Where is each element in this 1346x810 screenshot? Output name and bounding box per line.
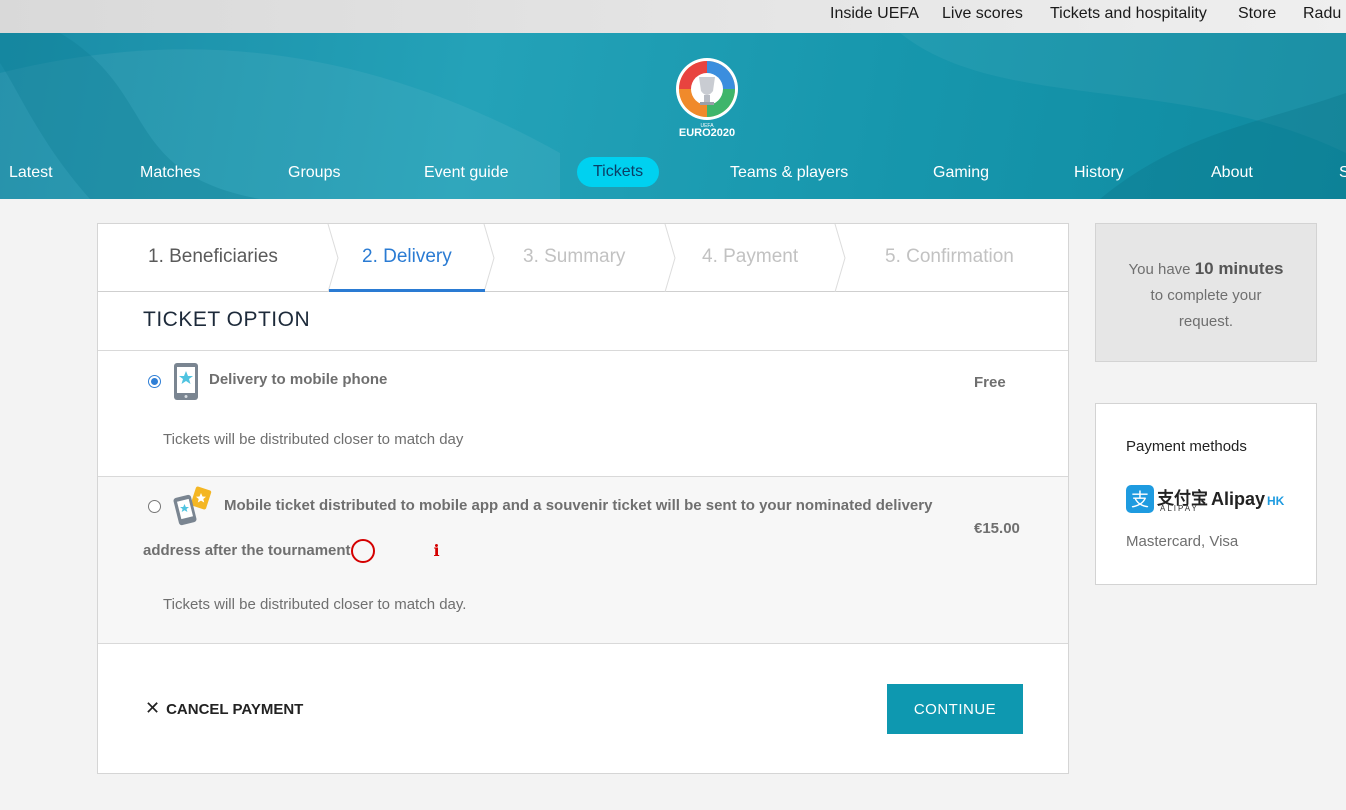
active-step-indicator [329,289,485,292]
mobile-phone-icon [174,363,198,400]
option-title-souvenir-line1: Mobile ticket distributed to mobile app … [224,497,933,514]
ticket-option-mobile[interactable]: Delivery to mobile phone Free Tickets wi… [98,351,1068,476]
nav-history[interactable]: History [1074,164,1124,182]
info-icon[interactable]: i [350,539,440,564]
timer-suffix: to complete your request. [1150,287,1262,330]
nav-tickets[interactable]: Tickets [577,157,660,187]
nav-groups[interactable]: Groups [288,164,340,182]
continue-button[interactable]: CONTINUE [887,684,1023,734]
alipay-icon: 支 [1126,485,1154,513]
nav-more[interactable]: S [1339,164,1346,182]
alipay-latin-text: ALIPAY [1160,504,1199,513]
section-title: TICKET OPTION [143,308,311,331]
option-note-mobile: Tickets will be distributed closer to ma… [163,431,464,448]
nav-event-guide[interactable]: Event guide [424,164,509,182]
payment-methods-title: Payment methods [1126,438,1247,455]
checkout-steps: 1. Beneficiaries 2. Delivery 3. Summary … [98,224,1068,292]
step-confirmation: 5. Confirmation [885,246,1014,267]
option-note-souvenir: Tickets will be distributed closer to ma… [163,596,467,613]
step-payment: 4. Payment [702,246,799,267]
option-title-souvenir-line2: address after the tournament [143,542,351,559]
option-title-mobile: Delivery to mobile phone [209,371,388,388]
link-store[interactable]: Store [1238,5,1276,23]
site-header: UEFA EURO2020 Latest Matches Groups Even… [0,33,1346,199]
step-beneficiaries[interactable]: 1. Beneficiaries [148,246,278,268]
option-price-mobile: Free [974,374,1006,391]
nav-matches[interactable]: Matches [140,164,200,182]
alipay-hk-text: Alipay [1211,489,1266,509]
alipay-hk-suffix: HK [1267,494,1285,508]
payment-methods-panel: Payment methods 支 支付宝 ALIPAY Alipay HK M… [1095,403,1317,585]
timer-prefix: You have [1128,261,1191,278]
cancel-payment-button[interactable]: ✕ CANCEL PAYMENT [145,698,303,719]
link-tickets-hospitality[interactable]: Tickets and hospitality [1050,5,1207,23]
link-live-scores[interactable]: Live scores [942,5,1023,23]
timer-value: 10 minutes [1194,259,1284,278]
cancel-payment-label: CANCEL PAYMENT [166,701,304,718]
time-remaining-panel: You have 10 minutes to complete your req… [1095,223,1317,362]
option-price-souvenir: €15.00 [974,520,1020,537]
nav-latest[interactable]: Latest [9,164,53,182]
logo-text: EURO2020 [679,127,735,139]
checkout-card: 1. Beneficiaries 2. Delivery 3. Summary … [97,223,1069,774]
user-account-link[interactable]: Radu [1303,5,1341,23]
close-icon: ✕ [145,698,161,718]
step-separator [834,224,846,292]
nav-about[interactable]: About [1211,164,1253,182]
nav-teams-players[interactable]: Teams & players [730,164,848,182]
ticket-option-souvenir[interactable]: Mobile ticket distributed to mobile app … [98,477,1068,643]
step-summary: 3. Summary [523,246,626,267]
accepted-cards: Mastercard, Visa [1126,533,1239,550]
step-separator [327,224,339,292]
option-title-souvenir: Mobile ticket distributed to mobile app … [143,483,943,573]
euro2020-logo[interactable]: UEFA EURO2020 [670,55,744,139]
option-radio-mobile[interactable] [148,375,161,388]
nav-gaming[interactable]: Gaming [933,164,989,182]
svg-text:支: 支 [1131,490,1149,511]
step-separator [664,224,676,292]
top-utility-bar: Inside UEFA Live scores Tickets and hosp… [0,0,1346,33]
divider [98,643,1068,644]
link-inside-uefa[interactable]: Inside UEFA [830,5,919,23]
alipay-logo: 支 支付宝 ALIPAY Alipay HK [1126,485,1296,515]
step-delivery[interactable]: 2. Delivery [362,246,452,268]
step-separator [483,224,495,292]
